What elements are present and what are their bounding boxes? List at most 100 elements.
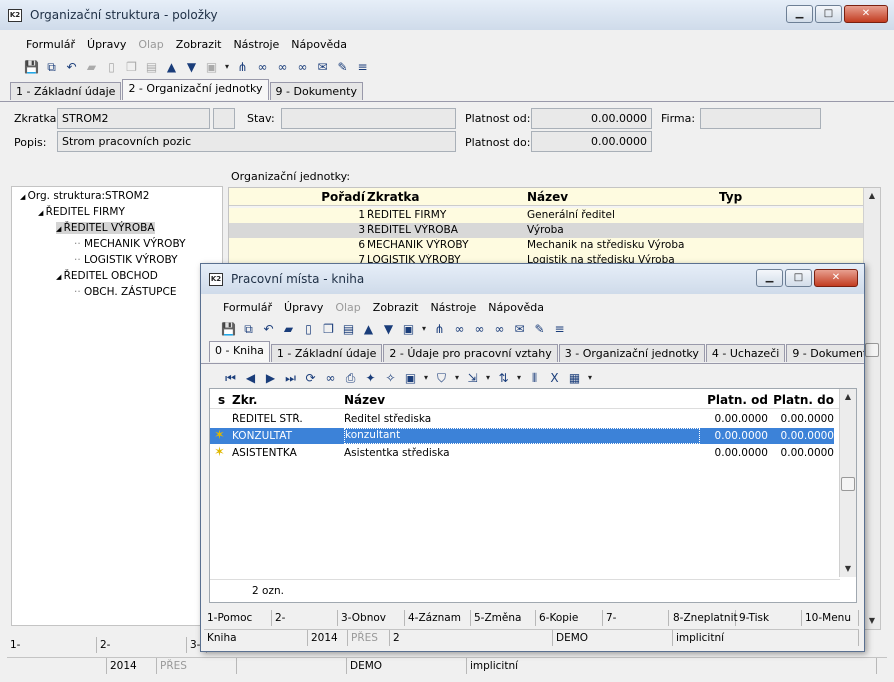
fkey-5[interactable]: 5-Změna	[471, 610, 536, 626]
tab-2[interactable]: 2 - Údaje pro pracovní vztahy	[383, 344, 558, 362]
table-row[interactable]: 1 ŘEDITEL FIRMY Generální ředitel	[229, 208, 880, 223]
org-tree[interactable]: ◢ Org. struktura:STROM2 ◢ ŘEDITEL FIRMY ◢ …	[11, 186, 223, 626]
platnost-od-field[interactable]: 0.00.0000	[531, 108, 652, 129]
add-star-copy-icon[interactable]: ✧	[381, 369, 400, 387]
expand-icon[interactable]: ◢	[56, 225, 64, 233]
next-icon[interactable]: ▶	[261, 369, 280, 387]
table-row[interactable]: 3 ŘEDITEL VÝROBA Výroba	[229, 223, 880, 238]
open-folder-icon[interactable]: ▰	[279, 320, 298, 338]
tree-item[interactable]: ·· LOGISTIK VÝROBY	[74, 254, 178, 266]
binoculars-next-icon[interactable]: ∞	[470, 320, 489, 338]
sort-icon[interactable]: ⇅	[494, 369, 513, 387]
dropdown-icon[interactable]: ▾	[222, 58, 232, 76]
mail-icon[interactable]: ✉	[510, 320, 529, 338]
tab-3[interactable]: 3 - Organizační jednotky	[558, 344, 705, 362]
excel-icon[interactable]: X	[545, 369, 564, 387]
tab-0[interactable]: 1 - Základní údaje	[10, 82, 122, 100]
preview-icon[interactable]: ▣	[202, 58, 221, 76]
tab-2[interactable]: 9 - Dokumenty	[269, 82, 363, 100]
tab-0[interactable]: 0 - Kniha	[209, 341, 270, 362]
table-row[interactable]: 6 MECHANIK VÝROBY Mechanik na středisku Vý…	[229, 238, 880, 253]
fkey-3[interactable]: 3-Obnov	[338, 610, 405, 626]
fkey-2[interactable]: 2-	[97, 637, 187, 653]
scroll-up-icon[interactable]: ▲	[840, 389, 856, 405]
binoculars-next-icon[interactable]: ∞	[273, 58, 292, 76]
column-header-zkratka[interactable]: Zkratka	[367, 190, 525, 204]
tree-item[interactable]: ·· OBCH. ZÁSTUPCE	[74, 286, 176, 298]
menu-upravy[interactable]: Úpravy	[278, 301, 329, 314]
copy-icon[interactable]: ❐	[319, 320, 338, 338]
prev-icon[interactable]: ◀	[241, 369, 260, 387]
print-icon[interactable]: ⎙	[341, 369, 360, 387]
fkey-8[interactable]: 8-Zneplatnit	[670, 610, 738, 626]
table-row[interactable]: ŘEDITEL STŘ. Ředitel střediska 0.00.0000 0.…	[210, 411, 834, 427]
fkey-10[interactable]: 10-Menu	[802, 610, 859, 626]
dropdown-icon[interactable]: ▾	[585, 369, 595, 387]
arrow-down-icon[interactable]: ▼	[182, 58, 201, 76]
column-header-zkr[interactable]: Zkr.	[232, 393, 342, 407]
popis-field[interactable]: Strom pracovních pozic	[57, 131, 456, 152]
first-icon[interactable]: ⏮	[221, 369, 240, 387]
menu-formular[interactable]: Formulář	[217, 301, 278, 314]
expand-icon[interactable]: ◢	[56, 273, 64, 281]
save-as-icon[interactable]: ⧉	[239, 320, 258, 338]
tab-1[interactable]: 2 - Organizační jednotky	[122, 79, 269, 100]
column-header-platn_od[interactable]: Platn. od	[704, 393, 768, 407]
column-header-s[interactable]: s	[218, 393, 225, 407]
dropdown-icon[interactable]: ▾	[483, 369, 493, 387]
main-grid-scrollbar[interactable]: ▲ ▼	[863, 188, 880, 629]
menu-zobrazit[interactable]: Zobrazit	[170, 38, 228, 51]
maximize-button[interactable]: □	[815, 5, 842, 23]
tree-item[interactable]: ◢ ŘEDITEL VÝROBA	[56, 222, 155, 234]
filter-icon[interactable]: ⛉	[432, 369, 451, 387]
new-doc-icon[interactable]: ▯	[102, 58, 121, 76]
fkey-1[interactable]: 1-	[7, 637, 97, 653]
fkey-4[interactable]: 4-Záznam	[405, 610, 471, 626]
tree-item[interactable]: ·· MECHANIK VÝROBY	[74, 238, 186, 250]
fkey-7[interactable]: 7-	[603, 610, 669, 626]
expand-icon[interactable]: ◢	[20, 193, 28, 201]
dropdown-icon[interactable]: ▾	[514, 369, 524, 387]
scroll-down-icon[interactable]: ▼	[864, 613, 880, 629]
dropdown-icon[interactable]: ▾	[419, 320, 429, 338]
column-header-platn_do[interactable]: Platn. do	[772, 393, 834, 407]
dropdown-icon[interactable]: ▾	[421, 369, 431, 387]
new-doc-icon[interactable]: ▯	[299, 320, 318, 338]
open-folder-icon[interactable]: ▰	[82, 58, 101, 76]
edit-icon[interactable]: ✎	[530, 320, 549, 338]
preview-icon[interactable]: ▣	[399, 320, 418, 338]
tab-4[interactable]: 4 - Uchazeči	[705, 344, 786, 362]
binoculars-filter-icon[interactable]: ∞	[490, 320, 509, 338]
refresh-icon[interactable]: ⟳	[301, 369, 320, 387]
save-as-icon[interactable]: ⧉	[42, 58, 61, 76]
last-icon[interactable]: ⏭	[281, 369, 300, 387]
stav-field[interactable]	[281, 108, 456, 129]
menu-napoveda[interactable]: Nápověda	[482, 301, 550, 314]
dialog-grid-scrollbar[interactable]: ▲ ▼	[839, 389, 856, 577]
platnost-do-field[interactable]: 0.00.0000	[531, 131, 652, 152]
report-icon[interactable]: ▦	[565, 369, 584, 387]
save-icon[interactable]: 💾	[22, 58, 41, 76]
main-titlebar[interactable]: K2 Organizační struktura - položky ▁ □ ✕	[0, 0, 894, 30]
dialog-maximize-button[interactable]: □	[785, 269, 812, 287]
binoculars-icon[interactable]: ∞	[450, 320, 469, 338]
preview-icon[interactable]: ▣	[401, 369, 420, 387]
tree-item[interactable]: ◢ ŘEDITEL OBCHOD	[56, 270, 158, 282]
undo-icon[interactable]: ↶	[62, 58, 81, 76]
dialog-close-button[interactable]: ✕	[814, 269, 858, 287]
book-icon[interactable]: ▤	[339, 320, 358, 338]
column-header-poradi[interactable]: Pořadí	[295, 190, 365, 204]
dialog-titlebar[interactable]: K2 Pracovní místa - kniha ▁ □ ✕	[201, 264, 864, 294]
binoculars-icon[interactable]: ∞	[253, 58, 272, 76]
table-row[interactable]: ✶ KONZULTAT konzultant 0.00.0000 0.00.0000	[210, 428, 834, 444]
copy-icon[interactable]: ❐	[122, 58, 141, 76]
firma-field[interactable]	[700, 108, 821, 129]
column-header-nazev[interactable]: Název	[344, 393, 700, 407]
fkey-2[interactable]: 2-	[272, 610, 338, 626]
menu-napoveda[interactable]: Nápověda	[285, 38, 353, 51]
dropdown-icon[interactable]: ▾	[452, 369, 462, 387]
expand-icon[interactable]: ◢	[38, 209, 46, 217]
menu-lines-icon[interactable]: ≡	[550, 320, 569, 338]
scroll-thumb[interactable]	[865, 343, 879, 357]
binoculars-filter-icon[interactable]: ∞	[293, 58, 312, 76]
